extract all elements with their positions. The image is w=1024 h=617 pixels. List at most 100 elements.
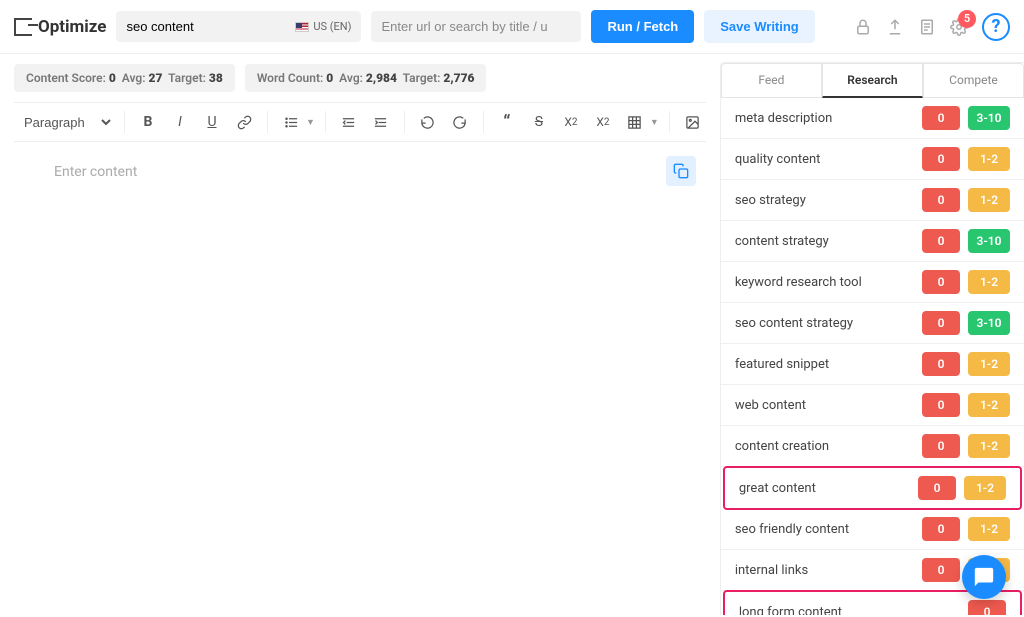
keyword-row[interactable]: quality content 0 1-2 xyxy=(721,139,1024,180)
keyword-row[interactable]: seo friendly content 0 1-2 xyxy=(721,509,1024,550)
header-bar: Optimize US (EN) Run / Fetch Save Writin… xyxy=(0,0,1024,54)
bullet-list-button[interactable] xyxy=(278,109,304,135)
keyword-range-badge: 1-2 xyxy=(968,270,1010,294)
underline-button[interactable]: U xyxy=(199,109,225,135)
separator xyxy=(267,111,268,133)
keyword-count-badge: 0 xyxy=(922,517,960,541)
lock-icon[interactable] xyxy=(854,18,872,36)
stats-row: Content Score: 0 Avg: 27 Target: 38 Word… xyxy=(14,64,706,92)
keyword-row[interactable]: featured snippet01-2 xyxy=(721,344,1024,385)
keyword-row[interactable]: web content 0 1-2 xyxy=(721,385,1024,426)
keyword-text: internal links xyxy=(735,563,914,578)
tab-compete[interactable]: Compete xyxy=(923,63,1024,98)
locale-selector[interactable]: US (EN) xyxy=(295,20,351,33)
us-flag-icon xyxy=(295,22,309,32)
list-dropdown-icon[interactable]: ▼ xyxy=(306,117,315,128)
bold-button[interactable]: B xyxy=(135,109,161,135)
keyword-text: content strategy xyxy=(735,234,914,249)
keyword-text: seo strategy xyxy=(735,193,914,208)
separator xyxy=(669,111,670,133)
italic-button[interactable]: I xyxy=(167,109,193,135)
separator xyxy=(124,111,125,133)
keyword-row[interactable]: seo content strategy 0 3-10 xyxy=(721,303,1024,344)
editor-body[interactable]: Enter content xyxy=(14,156,706,605)
editor-placeholder: Enter content xyxy=(54,164,666,180)
keyword-text: seo content strategy xyxy=(735,316,914,331)
keyword-count-badge: 0 xyxy=(918,476,956,500)
strikethrough-button[interactable]: S xyxy=(526,109,552,135)
keyword-count-badge: 0 xyxy=(922,188,960,212)
indent-button[interactable] xyxy=(368,109,394,135)
keyword-range-badge: 1-2 xyxy=(968,352,1010,376)
image-button[interactable] xyxy=(680,109,706,135)
upload-icon[interactable] xyxy=(886,18,904,36)
separator xyxy=(404,111,405,133)
keyword-range-badge: 3-10 xyxy=(968,106,1010,130)
tab-research[interactable]: Research xyxy=(822,63,923,98)
document-icon[interactable] xyxy=(918,18,936,36)
header-icon-group: 5 ? xyxy=(854,13,1010,41)
keyword-search-box[interactable]: US (EN) xyxy=(116,11,361,42)
keyword-range-badge: 1-2 xyxy=(968,188,1010,212)
keyword-count-badge: 0 xyxy=(922,434,960,458)
keyword-text: web content xyxy=(735,398,914,413)
notification-badge: 5 xyxy=(958,10,976,28)
keyword-input[interactable] xyxy=(126,19,276,34)
keyword-text: long form content xyxy=(739,605,960,616)
tab-feed[interactable]: Feed xyxy=(721,63,822,98)
keyword-row[interactable]: content strategy03-10 xyxy=(721,221,1024,262)
keyword-range-badge: 1-2 xyxy=(968,393,1010,417)
url-input[interactable] xyxy=(381,19,571,34)
editor-toolbar: Paragraph B I U ▼ xyxy=(14,102,706,142)
block-type-select[interactable]: Paragraph xyxy=(14,110,114,135)
keyword-count-badge: 0 xyxy=(922,229,960,253)
keyword-list[interactable]: meta description03-10quality content01-2… xyxy=(721,98,1024,615)
keyword-count-badge: 0 xyxy=(922,311,960,335)
keyword-text: seo friendly content xyxy=(735,522,914,537)
keyword-count-badge: 0 xyxy=(922,558,960,582)
keyword-row[interactable]: great content 0 1-2 xyxy=(723,466,1022,510)
link-button[interactable] xyxy=(231,109,257,135)
superscript-button[interactable]: X2 xyxy=(590,109,616,135)
keyword-row[interactable]: content creation 0 1-2 xyxy=(721,426,1024,467)
optimize-icon xyxy=(14,18,32,36)
undo-button[interactable] xyxy=(415,109,441,135)
keyword-range-badge: 1-2 xyxy=(968,517,1010,541)
url-search-box[interactable] xyxy=(371,11,581,42)
keyword-count-badge: 0 xyxy=(922,393,960,417)
content-score-pill: Content Score: 0 Avg: 27 Target: 38 xyxy=(14,64,235,92)
redo-button[interactable] xyxy=(447,109,473,135)
help-button[interactable]: ? xyxy=(982,13,1010,41)
keyword-text: quality content xyxy=(735,152,914,167)
keyword-count-badge: 0 xyxy=(922,147,960,171)
keyword-row[interactable]: keyword research tool01-2 xyxy=(721,262,1024,303)
table-button[interactable] xyxy=(622,109,648,135)
keyword-range-badge: 1-2 xyxy=(968,434,1010,458)
run-fetch-button[interactable]: Run / Fetch xyxy=(591,10,694,43)
word-count-pill: Word Count: 0 Avg: 2,984 Target: 2,776 xyxy=(245,64,487,92)
keyword-row[interactable]: meta description03-10 xyxy=(721,98,1024,139)
separator xyxy=(325,111,326,133)
keyword-text: content creation xyxy=(735,439,914,454)
app-title: Optimize xyxy=(38,17,106,37)
settings-icon[interactable]: 5 xyxy=(950,18,968,36)
outdent-button[interactable] xyxy=(336,109,362,135)
keyword-range-badge: 3-10 xyxy=(968,311,1010,335)
keyword-text: great content xyxy=(739,481,910,496)
table-dropdown-icon[interactable]: ▼ xyxy=(650,117,659,128)
panel-tabs: Feed Research Compete xyxy=(721,63,1024,98)
keyword-range-badge: 1-2 xyxy=(964,476,1006,500)
research-panel: Feed Research Compete meta description03… xyxy=(720,62,1024,615)
subscript-button[interactable]: X2 xyxy=(558,109,584,135)
keyword-range-badge: 1-2 xyxy=(968,147,1010,171)
chat-fab[interactable] xyxy=(962,555,1006,599)
keyword-text: featured snippet xyxy=(735,357,914,372)
copy-button[interactable] xyxy=(666,156,696,186)
keyword-row[interactable]: seo strategy 0 1-2 xyxy=(721,180,1024,221)
save-writing-button[interactable]: Save Writing xyxy=(704,10,815,43)
keyword-count-badge: 0 xyxy=(922,270,960,294)
quote-button[interactable]: “ xyxy=(494,109,520,135)
app-logo: Optimize xyxy=(14,17,106,37)
editor-pane: Content Score: 0 Avg: 27 Target: 38 Word… xyxy=(0,54,720,615)
keyword-count-badge: 0 xyxy=(922,106,960,130)
